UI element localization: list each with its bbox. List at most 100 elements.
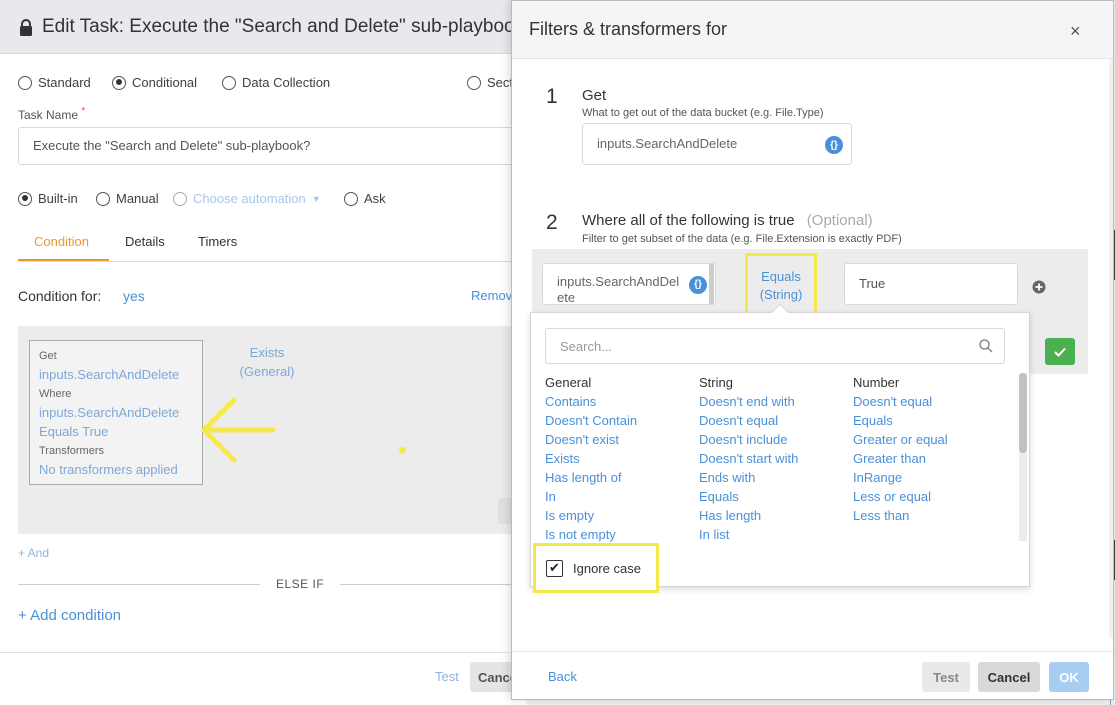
back-button[interactable]: Back (548, 669, 577, 684)
card-get-value: inputs.SearchAndDelete (39, 367, 180, 382)
modal-scrollbar[interactable] (1109, 59, 1113, 639)
operator-option[interactable]: Ends with (699, 468, 849, 487)
operator-option[interactable]: Doesn't equal (853, 392, 1003, 411)
automation-choose[interactable]: Choose automation ▼ (173, 191, 321, 206)
operator-option[interactable]: Exists (545, 449, 695, 468)
highlight-arrow-icon (201, 397, 276, 463)
cancel-button[interactable]: Cancel (978, 662, 1040, 692)
automation-label: Manual (116, 191, 159, 206)
radio-icon[interactable] (96, 191, 110, 206)
ok-button[interactable]: OK (1049, 662, 1089, 692)
operator-option[interactable]: Equals (853, 411, 1003, 430)
operator-option[interactable]: In (545, 487, 695, 506)
task-type-data-collection[interactable]: Data Collection (222, 75, 330, 90)
operator-option[interactable]: Has length of (545, 468, 695, 487)
radio-icon[interactable] (222, 75, 236, 90)
radio-icon[interactable] (18, 75, 32, 90)
remove-link[interactable]: Remov (471, 288, 512, 303)
tab-details[interactable]: Details (125, 234, 165, 249)
operator-column-number: Number Doesn't equal Equals Greater or e… (853, 373, 1003, 525)
operator-option[interactable]: Less or equal (853, 487, 1003, 506)
radio-icon[interactable] (173, 191, 187, 206)
get-input[interactable]: inputs.SearchAndDelete {} (582, 123, 852, 165)
operator-option[interactable]: Greater or equal (853, 430, 1003, 449)
confirm-filter-button[interactable] (1045, 338, 1075, 365)
get-input-value: inputs.SearchAndDelete (597, 136, 738, 151)
operator-option[interactable]: Greater than (853, 449, 1003, 468)
operator-option[interactable]: Equals (699, 487, 849, 506)
operator-option[interactable]: In list (699, 525, 849, 544)
filter-value-input[interactable]: True (844, 263, 1018, 305)
edit-task-title: Edit Task: Execute the "Search and Delet… (42, 16, 512, 37)
step-title: Get (582, 87, 607, 104)
task-name-label-text: Task Name (18, 108, 79, 122)
operator-exists: Exists (249, 345, 285, 360)
radio-selected-icon[interactable] (112, 75, 126, 90)
condition-for-value[interactable]: yes (123, 288, 145, 304)
card-where-condition: Equals True (39, 424, 109, 439)
ignore-case-option[interactable]: ✔ Ignore case (533, 543, 659, 593)
optional-label: (Optional) (806, 212, 873, 229)
edit-task-panel: Edit Task: Execute the "Search and Delet… (0, 0, 526, 705)
operator-summary[interactable]: Exists (General) (230, 343, 304, 381)
chevron-down-icon[interactable]: ▼ (312, 194, 321, 204)
card-transformers-label: Transformers (39, 445, 104, 457)
lock-icon (20, 19, 32, 36)
step-number: 1 (546, 85, 558, 108)
operator-option[interactable]: Is not empty (545, 525, 695, 544)
operator-search-input[interactable]: Search... (545, 328, 1005, 364)
operator-option[interactable]: Less than (853, 506, 1003, 525)
add-and-link[interactable]: + And (18, 546, 49, 560)
operator-dropdown: Search... General Contains Doesn't Conta… (530, 303, 1030, 593)
operator-option[interactable]: Doesn't exist (545, 430, 695, 449)
check-icon (1054, 347, 1066, 357)
operator-option[interactable]: Doesn't equal (699, 411, 849, 430)
task-type-standard[interactable]: Standard (18, 75, 91, 90)
context-data-icon[interactable]: {} (825, 136, 843, 154)
edit-task-header: Edit Task: Execute the "Search and Delet… (0, 0, 526, 54)
test-button[interactable]: Test (922, 662, 970, 692)
operator-option[interactable]: Doesn't start with (699, 449, 849, 468)
close-icon[interactable]: × (1070, 21, 1081, 42)
filter-left-value-cont: ete (557, 290, 576, 305)
tab-timers[interactable]: Timers (198, 234, 237, 249)
automation-label: Ask (364, 191, 386, 206)
automation-ask[interactable]: Ask (344, 191, 386, 206)
column-header: General (545, 375, 592, 390)
operator-column-string: String Doesn't end with Doesn't equal Do… (699, 373, 849, 544)
choose-automation-label[interactable]: Choose automation (193, 191, 306, 206)
step-title-text: Where all of the following is true (582, 212, 795, 229)
operator-option[interactable]: Doesn't Contain (545, 411, 695, 430)
card-get-label: Get (39, 350, 57, 362)
operator-option[interactable]: Doesn't include (699, 430, 849, 449)
checkbox-checked-icon[interactable]: ✔ (546, 559, 563, 577)
condition-card[interactable]: Get inputs.SearchAndDelete Where inputs.… (29, 340, 203, 485)
radio-icon[interactable] (467, 75, 481, 90)
operator-column-general: General Contains Doesn't Contain Doesn't… (545, 373, 695, 544)
add-condition-link[interactable]: + Add condition (18, 607, 121, 624)
filter-left-input[interactable]: inputs.SearchAndDel ete {} (542, 263, 716, 305)
filters-modal: Filters & transformers for × 1 Get What … (511, 0, 1114, 700)
test-button[interactable]: Test (435, 669, 459, 684)
condition-for-label: Condition for: (18, 288, 102, 304)
tab-condition[interactable]: Condition (34, 234, 89, 249)
automation-built-in[interactable]: Built-in (18, 191, 78, 206)
step-subtitle: Filter to get subset of the data (e.g. F… (582, 233, 902, 245)
edit-task-footer: Test Cance (0, 652, 526, 705)
dropdown-scrollbar-thumb[interactable] (1019, 373, 1027, 453)
card-where-label: Where (39, 388, 72, 400)
operator-option[interactable]: Is empty (545, 506, 695, 525)
automation-manual[interactable]: Manual (96, 191, 159, 206)
task-name-input[interactable]: Execute the "Search and Delete" sub-play… (18, 127, 524, 165)
radio-selected-icon[interactable] (18, 191, 32, 206)
operator-option[interactable]: Has length (699, 506, 849, 525)
add-filter-icon[interactable] (1032, 280, 1046, 294)
radio-icon[interactable] (344, 191, 358, 206)
context-data-icon[interactable]: {} (689, 276, 707, 294)
task-type-conditional[interactable]: Conditional (112, 75, 197, 90)
operator-option[interactable]: InRange (853, 468, 1003, 487)
step-number: 2 (546, 211, 558, 234)
operator-option[interactable]: Contains (545, 392, 695, 411)
operator-option[interactable]: Doesn't end with (699, 392, 849, 411)
task-type-section[interactable]: Sect (467, 75, 513, 90)
